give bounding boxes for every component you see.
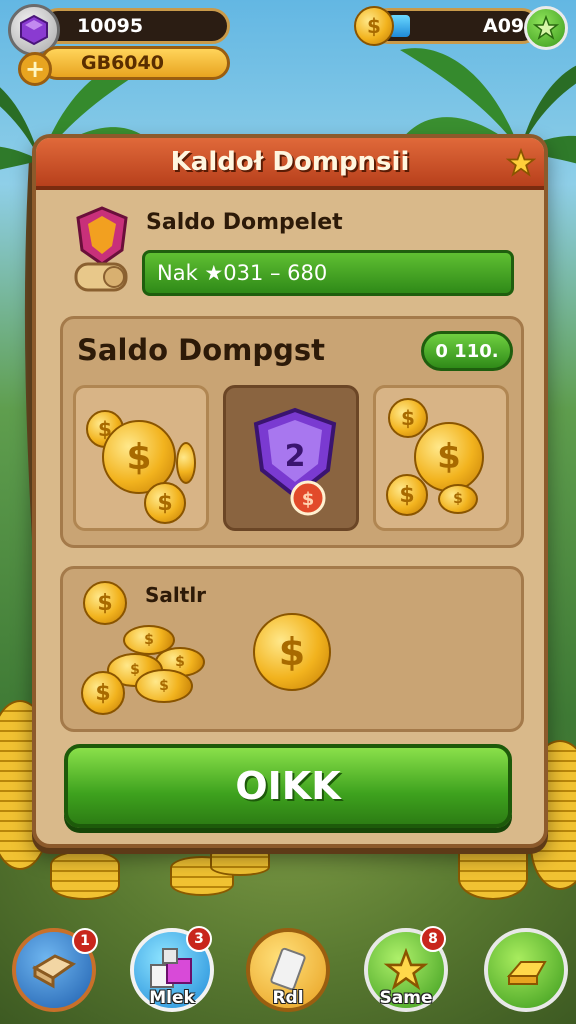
purple-shield-icon: 2 $ <box>253 407 337 516</box>
coin-icon: $ <box>414 422 484 492</box>
gold-counter[interactable]: GB6040 <box>40 46 230 80</box>
nav-badge: 1 <box>72 928 98 954</box>
star-icon <box>383 948 429 991</box>
panel-header: Kaldoł Dompnsii <box>36 138 544 190</box>
reward-slot-gem[interactable]: 2 $ <box>223 385 359 531</box>
energy-counter[interactable]: A09 <box>370 8 540 44</box>
nav-gold-bar-button[interactable] <box>484 928 568 1012</box>
coin-icon: $ <box>438 484 478 514</box>
gems-counter[interactable]: 10095 <box>40 8 230 44</box>
energy-value: A09 <box>483 15 525 37</box>
balance-value: Nak ★031 – 680 <box>157 261 328 285</box>
crate-icon <box>32 954 77 989</box>
ok-button-label: OIKK <box>235 764 341 808</box>
add-energy-star-button[interactable] <box>524 6 568 50</box>
svg-text:2: 2 <box>285 439 306 474</box>
coin-stack-decor <box>50 850 120 900</box>
balance-label: Saldo Dompelet <box>146 210 343 235</box>
coin-stack-decor <box>210 846 270 876</box>
reward-panel: Kaldoł Dompnsii Saldo Dompelet Nak ★031 … <box>32 134 548 848</box>
nav-label: Same <box>379 988 433 1008</box>
cubes-icon <box>150 948 192 988</box>
gold-plus-icon[interactable]: + <box>18 52 52 86</box>
gems-value: 10095 <box>77 15 144 37</box>
coin-icon: $ <box>253 613 331 691</box>
card-icon <box>270 947 306 991</box>
rewards-count-badge: 0 110. <box>421 331 513 371</box>
ok-button[interactable]: OIKK <box>64 744 512 828</box>
nav-badge: 8 <box>420 926 446 952</box>
rewards-title: Saldo Dompgst <box>77 333 326 367</box>
coin-icon: $ <box>388 398 428 438</box>
gold-bar-icon <box>506 961 547 985</box>
coin-icon: $ <box>354 6 394 46</box>
star-icon <box>505 147 537 182</box>
rewards-section: Saldo Dompgst 0 110. $ $ $ 2 $ $ $ $ $ <box>60 316 524 548</box>
nav-label: Rdl <box>272 988 304 1008</box>
bonus-section: $ Saltlr $ $ $ $ $ $ <box>60 566 524 732</box>
svg-text:$: $ <box>302 489 315 510</box>
bonus-label: Saltlr <box>145 583 207 607</box>
coin-icon: $ <box>386 474 428 516</box>
nav-label: Mlek <box>149 988 195 1008</box>
gold-value: GB6040 <box>81 52 164 74</box>
coin-icon: $ <box>144 482 186 524</box>
coin-icon: $ <box>81 671 125 715</box>
reward-slot-coins[interactable]: $ $ $ <box>73 385 209 531</box>
coin-icon <box>176 442 196 484</box>
coin-icon: $ <box>83 581 127 625</box>
balance-value-bar: Nak ★031 – 680 <box>142 250 514 296</box>
coin-icon: $ <box>135 669 193 703</box>
shield-scroll-icon <box>70 206 134 300</box>
rewards-count: 0 110. <box>435 340 499 362</box>
nav-badge: 3 <box>186 926 212 952</box>
panel-title: Kaldoł Dompnsii <box>170 147 410 177</box>
reward-slot-coins[interactable]: $ $ $ $ <box>373 385 509 531</box>
